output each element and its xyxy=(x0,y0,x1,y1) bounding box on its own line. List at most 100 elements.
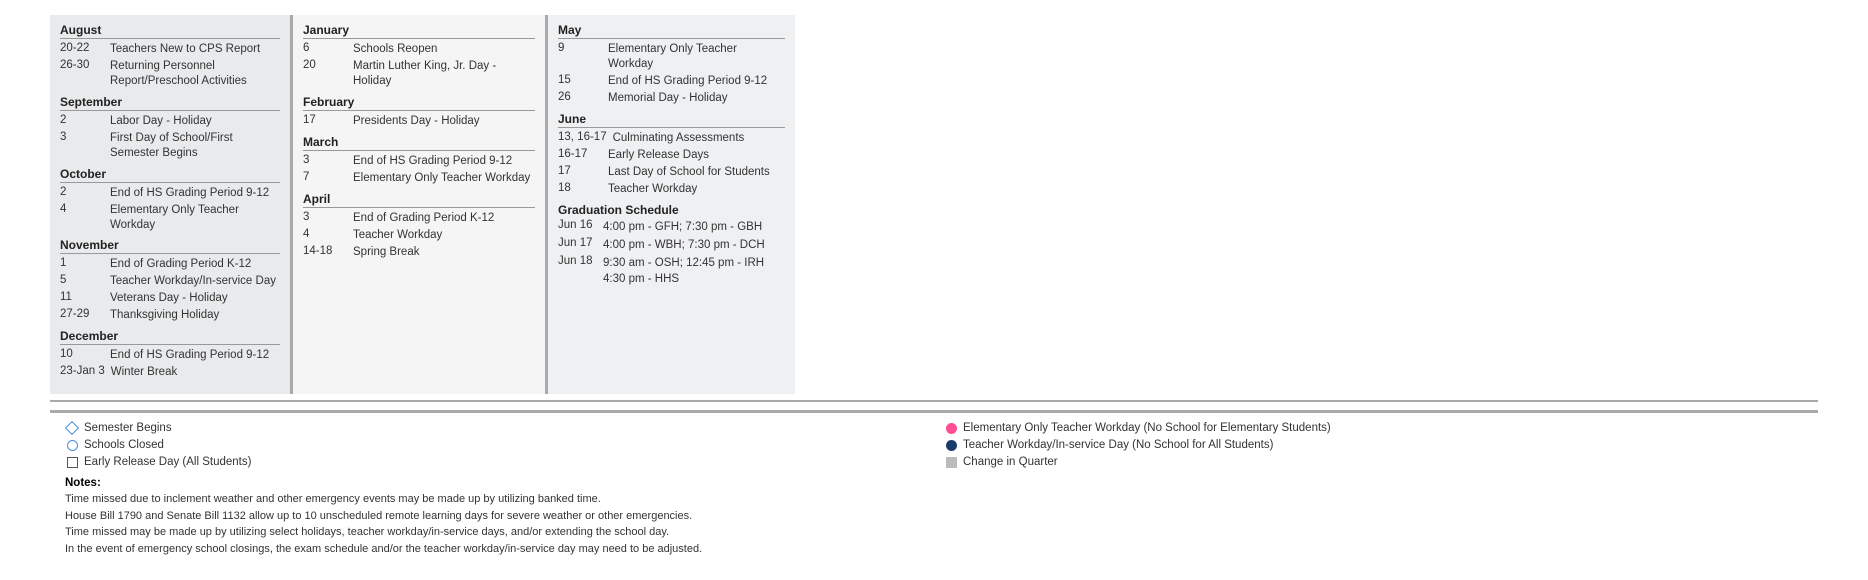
month-title: September xyxy=(60,95,280,111)
month-title: June xyxy=(558,112,785,128)
legend-icon-circle-darkblue xyxy=(944,438,958,452)
event-row: 18Teacher Workday xyxy=(558,182,785,197)
event-desc: Teachers New to CPS Report xyxy=(110,42,260,57)
mid-panel: January6Schools Reopen20Martin Luther Ki… xyxy=(290,15,545,394)
event-desc: Last Day of School for Students xyxy=(608,165,770,180)
graduation-title: Graduation Schedule xyxy=(558,203,785,217)
event-row: 10End of HS Grading Period 9-12 xyxy=(60,348,280,363)
graduation-date: Jun 17 xyxy=(558,237,603,253)
month-title: May xyxy=(558,23,785,39)
event-row: 4Elementary Only Teacher Workday xyxy=(60,203,280,233)
event-desc: Schools Reopen xyxy=(353,42,437,57)
event-row: 7Elementary Only Teacher Workday xyxy=(303,171,535,186)
event-date: 17 xyxy=(303,114,353,126)
event-desc: Returning Personnel Report/Preschool Act… xyxy=(110,59,280,89)
event-date: 15 xyxy=(558,74,608,86)
graduation-section: Graduation Schedule Jun 164:00 pm - GFH; … xyxy=(558,203,785,287)
notes-title: Notes: xyxy=(65,477,1803,489)
event-date: 2 xyxy=(60,114,110,126)
event-date: 1 xyxy=(60,257,110,269)
top-row: August 20-22Teachers New to CPS Report26-… xyxy=(50,15,1818,394)
legend-label: Elementary Only Teacher Workday (No Scho… xyxy=(963,422,1331,434)
event-desc: End of HS Grading Period 9-12 xyxy=(110,348,269,363)
event-date: 16-17 xyxy=(558,148,608,160)
event-date: 3 xyxy=(303,154,353,166)
legend-item: Semester Begins xyxy=(65,421,924,435)
graduation-row: Jun 174:00 pm - WBH; 7:30 pm - DCH xyxy=(558,237,785,253)
legend-icon-diamond xyxy=(65,421,79,435)
graduation-row: Jun 189:30 am - OSH; 12:45 pm - IRH 4:30… xyxy=(558,255,785,287)
month-section: December10End of HS Grading Period 9-122… xyxy=(60,329,280,380)
event-desc: Presidents Day - Holiday xyxy=(353,114,480,129)
main-container: August 20-22Teachers New to CPS Report26-… xyxy=(0,10,1868,570)
event-row: 11Veterans Day - Holiday xyxy=(60,291,280,306)
legend-label: Teacher Workday/In-service Day (No Schoo… xyxy=(963,439,1273,451)
event-date: 17 xyxy=(558,165,608,177)
notes-text: Time missed due to inclement weather and… xyxy=(65,491,1803,557)
event-date: 11 xyxy=(60,291,110,303)
event-date: 26-30 xyxy=(60,59,110,71)
legend-item: Teacher Workday/In-service Day (No Schoo… xyxy=(944,438,1803,452)
bottom-row: Semester Begins Elementary Only Teacher W… xyxy=(50,400,1818,565)
graduation-date: Jun 18 xyxy=(558,255,603,287)
month-section: March3End of HS Grading Period 9-127Elem… xyxy=(303,135,535,186)
event-desc: Teacher Workday/In-service Day xyxy=(110,274,276,289)
event-row: 16-17Early Release Days xyxy=(558,148,785,163)
event-date: 26 xyxy=(558,91,608,103)
month-title: August xyxy=(60,23,280,39)
event-desc: Elementary Only Teacher Workday xyxy=(110,203,280,233)
event-date: 27-29 xyxy=(60,308,110,320)
graduation-desc: 4:00 pm - GFH; 7:30 pm - GBH xyxy=(603,219,762,235)
event-desc: End of Grading Period K-12 xyxy=(353,211,494,226)
event-desc: Teacher Workday xyxy=(353,228,442,243)
left-panel: August 20-22Teachers New to CPS Report26-… xyxy=(50,15,290,394)
legend-item: Schools Closed xyxy=(65,438,924,452)
month-section: February 17Presidents Day - Holiday xyxy=(303,95,535,129)
event-date: 7 xyxy=(303,171,353,183)
right-panel: May9Elementary Only Teacher Workday15End… xyxy=(545,15,795,394)
event-date: 6 xyxy=(303,42,353,54)
month-title: February xyxy=(303,95,535,111)
event-date: 18 xyxy=(558,182,608,194)
month-section: September2Labor Day - Holiday3First Day … xyxy=(60,95,280,161)
event-date: 4 xyxy=(303,228,353,240)
month-section: October2End of HS Grading Period 9-124El… xyxy=(60,167,280,233)
event-desc: Winter Break xyxy=(111,365,177,380)
event-desc: Elementary Only Teacher Workday xyxy=(608,42,785,72)
legend-item: Elementary Only Teacher Workday (No Scho… xyxy=(944,421,1803,435)
month-section: January6Schools Reopen20Martin Luther Ki… xyxy=(303,23,535,89)
graduation-desc: 4:00 pm - WBH; 7:30 pm - DCH xyxy=(603,237,765,253)
graduation-date: Jun 16 xyxy=(558,219,603,235)
legend-label: Early Release Day (All Students) xyxy=(84,456,251,468)
legend-label: Schools Closed xyxy=(84,439,164,451)
event-desc: Thanksgiving Holiday xyxy=(110,308,219,323)
event-desc: End of HS Grading Period 9-12 xyxy=(110,186,269,201)
legend-icon-square-gray xyxy=(944,455,958,469)
event-date: 4 xyxy=(60,203,110,215)
event-date: 3 xyxy=(303,211,353,223)
mid-months: January6Schools Reopen20Martin Luther Ki… xyxy=(303,23,535,259)
event-row: 17Last Day of School for Students xyxy=(558,165,785,180)
legend-item: Early Release Day (All Students) xyxy=(65,455,924,469)
month-title: November xyxy=(60,238,280,254)
legend-label: Semester Begins xyxy=(84,422,172,434)
event-date: 20-22 xyxy=(60,42,110,54)
right-months: May9Elementary Only Teacher Workday15End… xyxy=(558,23,785,197)
graduation-desc: 9:30 am - OSH; 12:45 pm - IRH 4:30 pm - … xyxy=(603,255,764,287)
event-row: 5Teacher Workday/In-service Day xyxy=(60,274,280,289)
event-desc: Culminating Assessments xyxy=(613,131,745,146)
month-title: March xyxy=(303,135,535,151)
event-desc: Veterans Day - Holiday xyxy=(110,291,228,306)
event-row: 3First Day of School/First Semester Begi… xyxy=(60,131,280,161)
event-desc: End of HS Grading Period 9-12 xyxy=(353,154,512,169)
event-desc: Memorial Day - Holiday xyxy=(608,91,728,106)
notes-section: Notes: Time missed due to inclement weat… xyxy=(65,477,1803,557)
month-section: November1End of Grading Period K-125Teac… xyxy=(60,238,280,323)
event-date: 9 xyxy=(558,42,608,54)
legend-icon-circle-outline xyxy=(65,438,79,452)
event-desc: Spring Break xyxy=(353,245,419,260)
event-row: 2End of HS Grading Period 9-12 xyxy=(60,186,280,201)
event-row: 17Presidents Day - Holiday xyxy=(303,114,535,129)
event-row: 3End of HS Grading Period 9-12 xyxy=(303,154,535,169)
event-desc: Elementary Only Teacher Workday xyxy=(353,171,530,186)
